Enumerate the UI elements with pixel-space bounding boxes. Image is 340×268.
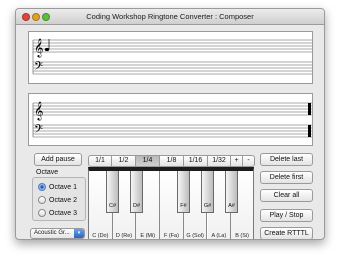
duration-1-4[interactable]: 1/4 (136, 155, 160, 167)
key-a-label: A (La) (211, 233, 227, 239)
duration-1-32[interactable]: 1/32 (208, 155, 231, 167)
end-barline-bass (308, 125, 311, 137)
radio-checked-icon[interactable] (38, 183, 46, 191)
octave-label: Octave (36, 169, 59, 176)
create-rtttl-button[interactable]: Create RTTTL (260, 227, 313, 239)
end-barline-treble (308, 103, 311, 115)
window-title: Coding Workshop Ringtone Converter : Com… (86, 12, 254, 21)
radio-unchecked-icon[interactable] (38, 196, 46, 204)
composition-staff[interactable]: 𝄞 𝄢 (28, 31, 313, 84)
octave-2-label: Octave 2 (49, 196, 78, 204)
duration-selector: 1/1 1/2 1/4 1/8 1/16 1/32 + - (88, 155, 255, 167)
composer-window: Coding Workshop Ringtone Converter : Com… (15, 8, 325, 240)
key-a-sharp[interactable]: A# (225, 171, 238, 213)
playback-staff-lines: 𝄞 𝄢 (32, 101, 312, 139)
instrument-select[interactable]: Acoustic Gr... ▾ (30, 228, 85, 239)
key-a-sharp-label: A# (228, 203, 235, 209)
octave-group: Octave 1 Octave 2 Octave 3 (32, 177, 86, 221)
key-d-sharp[interactable]: D# (130, 171, 143, 213)
treble-clef-icon: 𝄞 (34, 101, 43, 121)
chevron-updown-icon: ▾ (74, 229, 84, 238)
key-e-label: E (Mi) (140, 233, 156, 239)
octave-3-label: Octave 3 (49, 209, 78, 217)
bass-clef-icon: 𝄢 (34, 123, 43, 139)
duration-1-16[interactable]: 1/16 (184, 155, 208, 167)
add-pause-button[interactable]: Add pause (34, 153, 82, 166)
octave-1-label: Octave 1 (49, 183, 78, 191)
delete-first-button[interactable]: Delete first (260, 171, 313, 184)
play-stop-button[interactable]: Play / Stop (260, 209, 313, 222)
key-f-sharp-label: F# (180, 203, 187, 209)
duration-1-8[interactable]: 1/8 (160, 155, 184, 167)
title-bar[interactable]: Coding Workshop Ringtone Converter : Com… (16, 9, 324, 25)
key-f-label: F (Fa) (163, 233, 179, 239)
playback-staff[interactable]: 𝄞 𝄢 (28, 93, 313, 146)
duration-1-2[interactable]: 1/2 (112, 155, 136, 167)
octave-2-option[interactable]: Octave 2 (38, 195, 77, 205)
key-g-sharp-label: G# (203, 203, 212, 209)
duration-1-1[interactable]: 1/1 (88, 155, 112, 167)
treble-clef-icon: 𝄞 (34, 38, 43, 58)
key-c-label: C (Do) (92, 233, 109, 239)
key-g-label: G (Sol) (186, 233, 204, 239)
key-b-label: B (Si) (235, 233, 249, 239)
bass-clef-icon: 𝄢 (34, 60, 43, 76)
key-c-sharp-label: C# (108, 203, 117, 209)
duration-increase[interactable]: + (231, 155, 243, 167)
key-d-label: D (Re) (115, 233, 133, 239)
delete-last-button[interactable]: Delete last (260, 153, 313, 166)
octave-3-option[interactable]: Octave 3 (38, 208, 77, 218)
key-g-sharp[interactable]: G# (201, 171, 214, 213)
composition-staff-lines: 𝄞 𝄢 (32, 38, 312, 76)
key-c-sharp[interactable]: C# (106, 171, 119, 213)
radio-unchecked-icon[interactable] (38, 209, 46, 217)
key-f-sharp[interactable]: F# (177, 171, 190, 213)
clear-all-button[interactable]: Clear all (260, 189, 313, 202)
duration-decrease[interactable]: - (243, 155, 255, 167)
instrument-value: Acoustic Gr... (34, 230, 70, 236)
quarter-note-icon (44, 39, 50, 52)
piano-keyboard: C (Do) D (Re) E (Mi) F (Fa) G (Sol) A (L… (88, 167, 254, 239)
key-d-sharp-label: D# (132, 203, 141, 209)
octave-1-option[interactable]: Octave 1 (38, 182, 77, 192)
